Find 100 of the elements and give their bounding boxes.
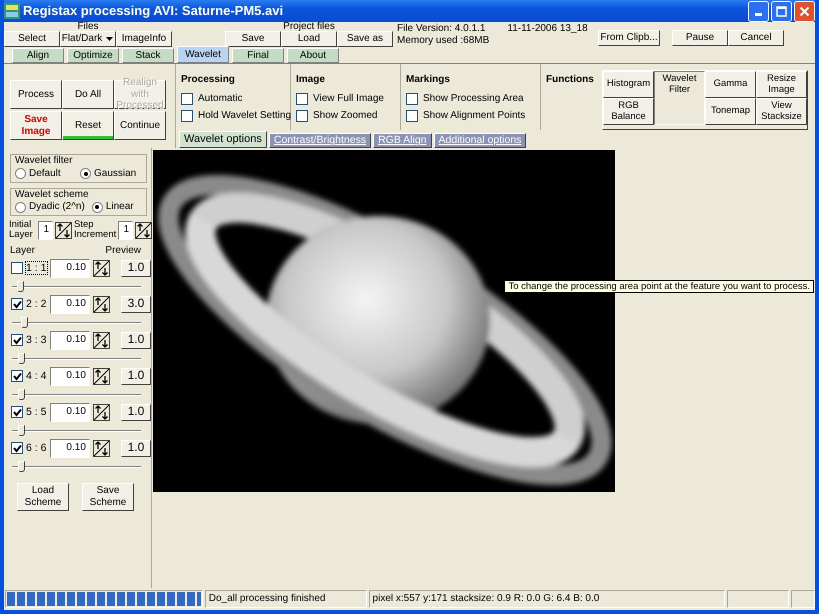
- tab[interactable]: About: [287, 48, 339, 63]
- slider-track[interactable]: [12, 460, 141, 472]
- slider-thumb[interactable]: [17, 280, 24, 292]
- preview-button[interactable]: 1.0: [120, 404, 151, 420]
- toolbar-button[interactable]: Save: [225, 31, 281, 47]
- spin-arrows-icon: [92, 332, 110, 348]
- number-field[interactable]: 0.10: [50, 438, 90, 458]
- preview-button[interactable]: 1.0: [120, 368, 151, 384]
- radio-label: Gaussian: [94, 168, 136, 180]
- radio-button[interactable]: [92, 202, 103, 212]
- field-label: Step Increment: [74, 220, 116, 240]
- minimize-button[interactable]: [748, 0, 769, 22]
- function-button[interactable]: Tonemap: [705, 98, 756, 125]
- section-title: Markings: [406, 74, 451, 86]
- spin-arrows-icon: [92, 368, 110, 384]
- toolbar-button[interactable]: Save as: [337, 31, 393, 47]
- layer-label: 3 : 3: [26, 334, 47, 346]
- number-field[interactable]: 0.10: [50, 258, 90, 278]
- maximize-icon: [776, 6, 787, 16]
- slider-thumb[interactable]: [18, 460, 26, 472]
- memory-text: Memory used :68MB: [397, 34, 490, 46]
- dropdown-button[interactable]: Flat/Dark: [60, 31, 116, 47]
- preview-button[interactable]: 1.0: [120, 332, 151, 348]
- checkbox[interactable]: [181, 93, 193, 105]
- slider-track[interactable]: [12, 424, 141, 436]
- checkbox[interactable]: [181, 110, 193, 122]
- tab[interactable]: Optimize: [67, 48, 119, 63]
- checkbox[interactable]: [11, 406, 23, 418]
- number-field[interactable]: 0.10: [50, 402, 90, 422]
- checkbox[interactable]: [11, 370, 23, 382]
- radio-button[interactable]: [80, 168, 91, 179]
- tab[interactable]: Final: [232, 48, 284, 63]
- group-label: Wavelet filter: [15, 156, 72, 165]
- radio-button[interactable]: [15, 168, 26, 179]
- action-button[interactable]: Save Image: [10, 111, 62, 140]
- group-label: Files: [76, 22, 100, 31]
- number-field[interactable]: 0.10: [50, 330, 90, 350]
- checkbox[interactable]: [406, 93, 418, 105]
- spin-arrows-icon: [92, 404, 110, 420]
- status-message: Do_all processing finished: [208, 593, 326, 605]
- slider-track[interactable]: [12, 352, 141, 364]
- close-button[interactable]: [794, 0, 815, 22]
- checkbox-label: Show Alignment Points: [423, 110, 526, 122]
- preview-button[interactable]: 3.0: [120, 296, 151, 312]
- checkbox[interactable]: [11, 298, 23, 310]
- action-button[interactable]: Process: [10, 80, 62, 109]
- tab[interactable]: Wavelet options: [179, 131, 267, 148]
- checkbox-label: View Full Image: [313, 93, 384, 105]
- toolbar-button[interactable]: Pause: [672, 30, 728, 46]
- toolbar-button[interactable]: Select: [4, 31, 60, 47]
- action-button[interactable]: Reset: [62, 111, 114, 140]
- checkbox-label: Hold Wavelet Setting: [198, 110, 292, 122]
- preview-button[interactable]: 1.0: [120, 260, 151, 276]
- number-field[interactable]: 0.10: [50, 366, 90, 386]
- slider-thumb[interactable]: [18, 388, 26, 400]
- tab[interactable]: Align: [12, 48, 64, 63]
- layer-label: 4 : 4: [26, 370, 47, 382]
- slider-track[interactable]: [12, 280, 141, 292]
- checkbox[interactable]: [11, 442, 23, 454]
- spin-arrows-icon: [135, 222, 152, 238]
- spin-arrows-icon: [92, 296, 110, 312]
- function-button[interactable]: Histogram: [603, 71, 654, 98]
- checkbox[interactable]: [296, 110, 308, 122]
- checkbox[interactable]: [296, 93, 308, 105]
- checkbox-label: Show Processing Area: [423, 93, 524, 105]
- section-title: Functions: [546, 73, 595, 87]
- tab[interactable]: Stack: [122, 48, 174, 63]
- slider-thumb[interactable]: [20, 316, 28, 328]
- date-text: 11-11-2006 13_18: [507, 23, 588, 34]
- number-field[interactable]: 1: [38, 220, 53, 240]
- function-button[interactable]: Gamma: [705, 71, 756, 98]
- toolbar-button[interactable]: ImageInfo: [116, 31, 172, 47]
- slider-track[interactable]: [12, 388, 141, 400]
- status-panel: [727, 590, 790, 608]
- file-version-text: File Version: 4.0.1.1: [397, 23, 486, 34]
- scheme-button[interactable]: Save Scheme: [82, 482, 134, 510]
- toolbar-button[interactable]: Load: [281, 31, 337, 47]
- function-button[interactable]: Wavelet Filter: [654, 71, 705, 125]
- scheme-button[interactable]: Load Scheme: [17, 482, 69, 510]
- checkbox[interactable]: [11, 262, 23, 274]
- number-field[interactable]: 0.10: [50, 294, 90, 314]
- checkbox[interactable]: [406, 110, 418, 122]
- checkbox[interactable]: [11, 334, 23, 346]
- tab[interactable]: Wavelet: [177, 46, 229, 63]
- function-button[interactable]: Resize Image: [756, 71, 807, 98]
- radio-button[interactable]: [15, 202, 26, 212]
- maximize-button[interactable]: [771, 0, 792, 22]
- toolbar-button[interactable]: Cancel: [728, 30, 784, 46]
- column-label: Preview: [105, 245, 141, 256]
- slider-track[interactable]: [12, 316, 141, 328]
- preview-button[interactable]: 1.0: [120, 440, 151, 456]
- slider-thumb[interactable]: [18, 352, 26, 364]
- function-button[interactable]: View Stacksize: [756, 98, 807, 125]
- toolbar-button[interactable]: From Clipb...: [598, 30, 660, 46]
- function-button[interactable]: RGB Balance: [603, 98, 654, 125]
- number-field[interactable]: 1: [118, 220, 133, 240]
- action-button[interactable]: Do All: [62, 80, 114, 109]
- slider-thumb[interactable]: [18, 424, 26, 436]
- section-title: Image: [296, 74, 326, 86]
- action-button[interactable]: Continue: [114, 111, 166, 140]
